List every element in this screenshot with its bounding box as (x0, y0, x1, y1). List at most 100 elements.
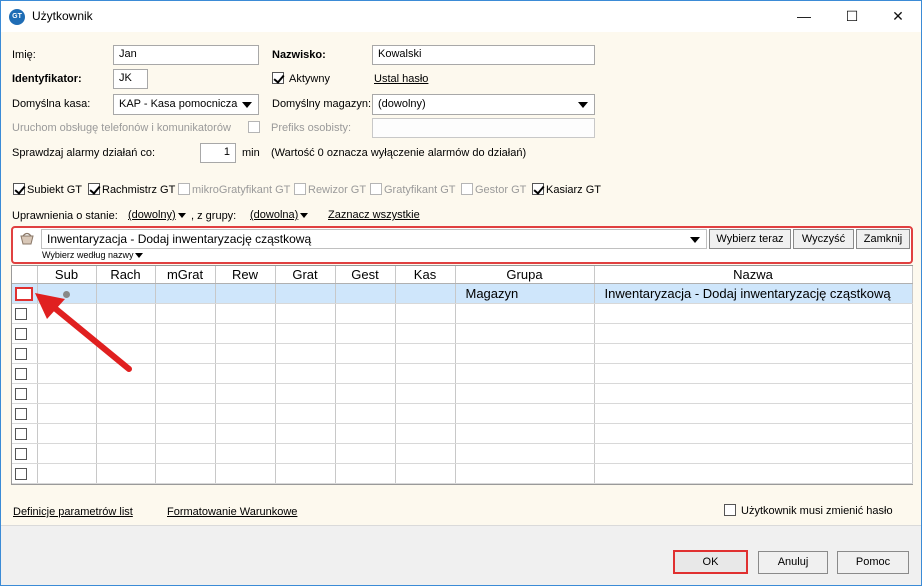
row-checkbox[interactable] (15, 308, 27, 321)
uruchom-checkbox[interactable] (248, 121, 260, 133)
table-row[interactable] (12, 463, 913, 484)
table-cell (455, 303, 595, 324)
column-header[interactable]: Rach (96, 266, 156, 284)
row-checkbox[interactable] (15, 448, 27, 461)
cancel-button[interactable]: Anuluj (758, 551, 828, 574)
table-cell (215, 343, 276, 364)
module-checkbox[interactable] (294, 183, 306, 195)
aktywny-label: Aktywny (289, 73, 330, 85)
table-cell (155, 403, 216, 424)
prefiks-input[interactable] (372, 118, 595, 138)
row-checkbox-cell[interactable] (12, 383, 38, 404)
magazyn-select[interactable]: (dowolny) (372, 94, 595, 115)
table-cell (335, 423, 396, 444)
kasa-select[interactable]: KAP - Kasa pomocnicza (113, 94, 259, 115)
table-cell (275, 323, 336, 344)
module-checkbox[interactable] (461, 183, 473, 195)
row-checkbox[interactable] (15, 388, 27, 401)
table-row[interactable] (12, 363, 913, 384)
table-cell (275, 343, 336, 364)
module-label: Subiekt GT (27, 184, 83, 196)
clear-button[interactable]: Wyczyść (793, 229, 854, 249)
imie-label: Imię: (12, 49, 36, 61)
kasa-value: KAP - Kasa pomocnicza (119, 98, 238, 110)
row-checkbox[interactable] (15, 328, 27, 341)
table-cell (155, 443, 216, 464)
chevron-down-icon (578, 102, 588, 108)
table-cell (37, 463, 97, 484)
select-all-link[interactable]: Zaznacz wszystkie (328, 209, 420, 221)
basket-icon[interactable] (19, 231, 35, 245)
minimize-button[interactable]: — (781, 1, 827, 32)
module-checkbox[interactable] (532, 183, 544, 195)
filter-bar: Inwentaryzacja - Dodaj inwentaryzację cz… (11, 226, 913, 264)
table-row[interactable] (12, 443, 913, 464)
column-header[interactable]: Sub (37, 266, 97, 284)
module-label: Rewizor GT (308, 184, 367, 196)
imie-input[interactable]: Jan (113, 45, 259, 65)
table-cell (215, 363, 276, 384)
table-cell (215, 403, 276, 424)
table-cell (594, 303, 913, 324)
maximize-button[interactable]: ☐ (829, 1, 875, 32)
table-cell (275, 363, 336, 384)
row-checkbox-cell[interactable] (12, 423, 38, 444)
module-checkbox[interactable] (88, 183, 100, 195)
choose-now-button[interactable]: Wybierz teraz (709, 229, 791, 249)
row-checkbox[interactable] (15, 368, 27, 381)
ok-button[interactable]: OK (673, 550, 748, 574)
column-header[interactable]: Nazwa (594, 266, 913, 284)
column-header[interactable]: Rew (215, 266, 276, 284)
formatowanie-link[interactable]: Formatowanie Warunkowe (167, 506, 297, 518)
alarmy-label: Sprawdzaj alarmy działań co: (12, 147, 156, 159)
table-row[interactable] (12, 303, 913, 324)
table-row[interactable] (12, 323, 913, 344)
group-dropdown[interactable]: (dowolna) (250, 209, 309, 221)
uruchom-label: Uruchom obsługę telefonów i komunikatoró… (12, 122, 231, 134)
ustal-haslo-link[interactable]: Ustal hasło (374, 73, 428, 85)
alarmy-input[interactable]: 1 (200, 143, 236, 163)
row-checkbox-cell[interactable] (12, 403, 38, 424)
table-row[interactable] (12, 343, 913, 364)
title-bar[interactable]: GT Użytkownik — ☐ ✕ (1, 1, 921, 32)
row-checkbox[interactable] (15, 428, 27, 441)
row-checkbox[interactable] (15, 348, 27, 361)
filter-mode-dropdown[interactable]: Wybierz według nazwy (42, 250, 144, 260)
must-change-password-checkbox[interactable] (724, 504, 736, 516)
table-cell (155, 423, 216, 444)
nazwisko-input[interactable]: Kowalski (372, 45, 595, 65)
module-checkbox[interactable] (370, 183, 382, 195)
table-cell (215, 463, 276, 484)
module-checkbox[interactable] (178, 183, 190, 195)
table-cell (395, 403, 456, 424)
column-header[interactable]: Kas (395, 266, 456, 284)
table-cell (455, 343, 595, 364)
table-row[interactable] (12, 403, 913, 424)
row-checkbox-cell[interactable] (12, 443, 38, 464)
table-row[interactable] (12, 383, 913, 404)
close-filter-button[interactable]: Zamknij (856, 229, 910, 249)
row-checkbox-cell[interactable] (12, 463, 38, 484)
filter-mode: Wybierz według nazwy (42, 250, 134, 260)
column-header[interactable]: Grupa (455, 266, 595, 284)
module-checkbox[interactable] (13, 183, 25, 195)
table-row[interactable]: Magazyn Inwentaryzacja - Dodaj inwentaryz… (12, 283, 913, 304)
table-cell (215, 423, 276, 444)
table-cell (395, 463, 456, 484)
table-cell (37, 383, 97, 404)
column-header[interactable]: mGrat (155, 266, 216, 284)
help-button[interactable]: Pomoc (837, 551, 909, 574)
identyfikator-input[interactable]: JK (113, 69, 148, 89)
filter-select[interactable]: Inwentaryzacja - Dodaj inwentaryzację cz… (41, 229, 707, 249)
state-dropdown[interactable]: (dowolny) (128, 209, 186, 221)
aktywny-checkbox[interactable] (272, 72, 284, 84)
row-checkbox[interactable] (15, 468, 27, 481)
close-button[interactable]: ✕ (875, 1, 921, 32)
row-checkbox[interactable] (15, 408, 27, 421)
column-header[interactable]: Grat (275, 266, 336, 284)
table-row[interactable] (12, 423, 913, 444)
permissions-table[interactable]: Sub Rach mGrat Rew Grat Gest Kas Grupa Nazwa Mag… (11, 265, 913, 485)
definicje-link[interactable]: Definicje parametrów list (13, 506, 133, 518)
column-header[interactable] (12, 266, 38, 284)
column-header[interactable]: Gest (335, 266, 396, 284)
